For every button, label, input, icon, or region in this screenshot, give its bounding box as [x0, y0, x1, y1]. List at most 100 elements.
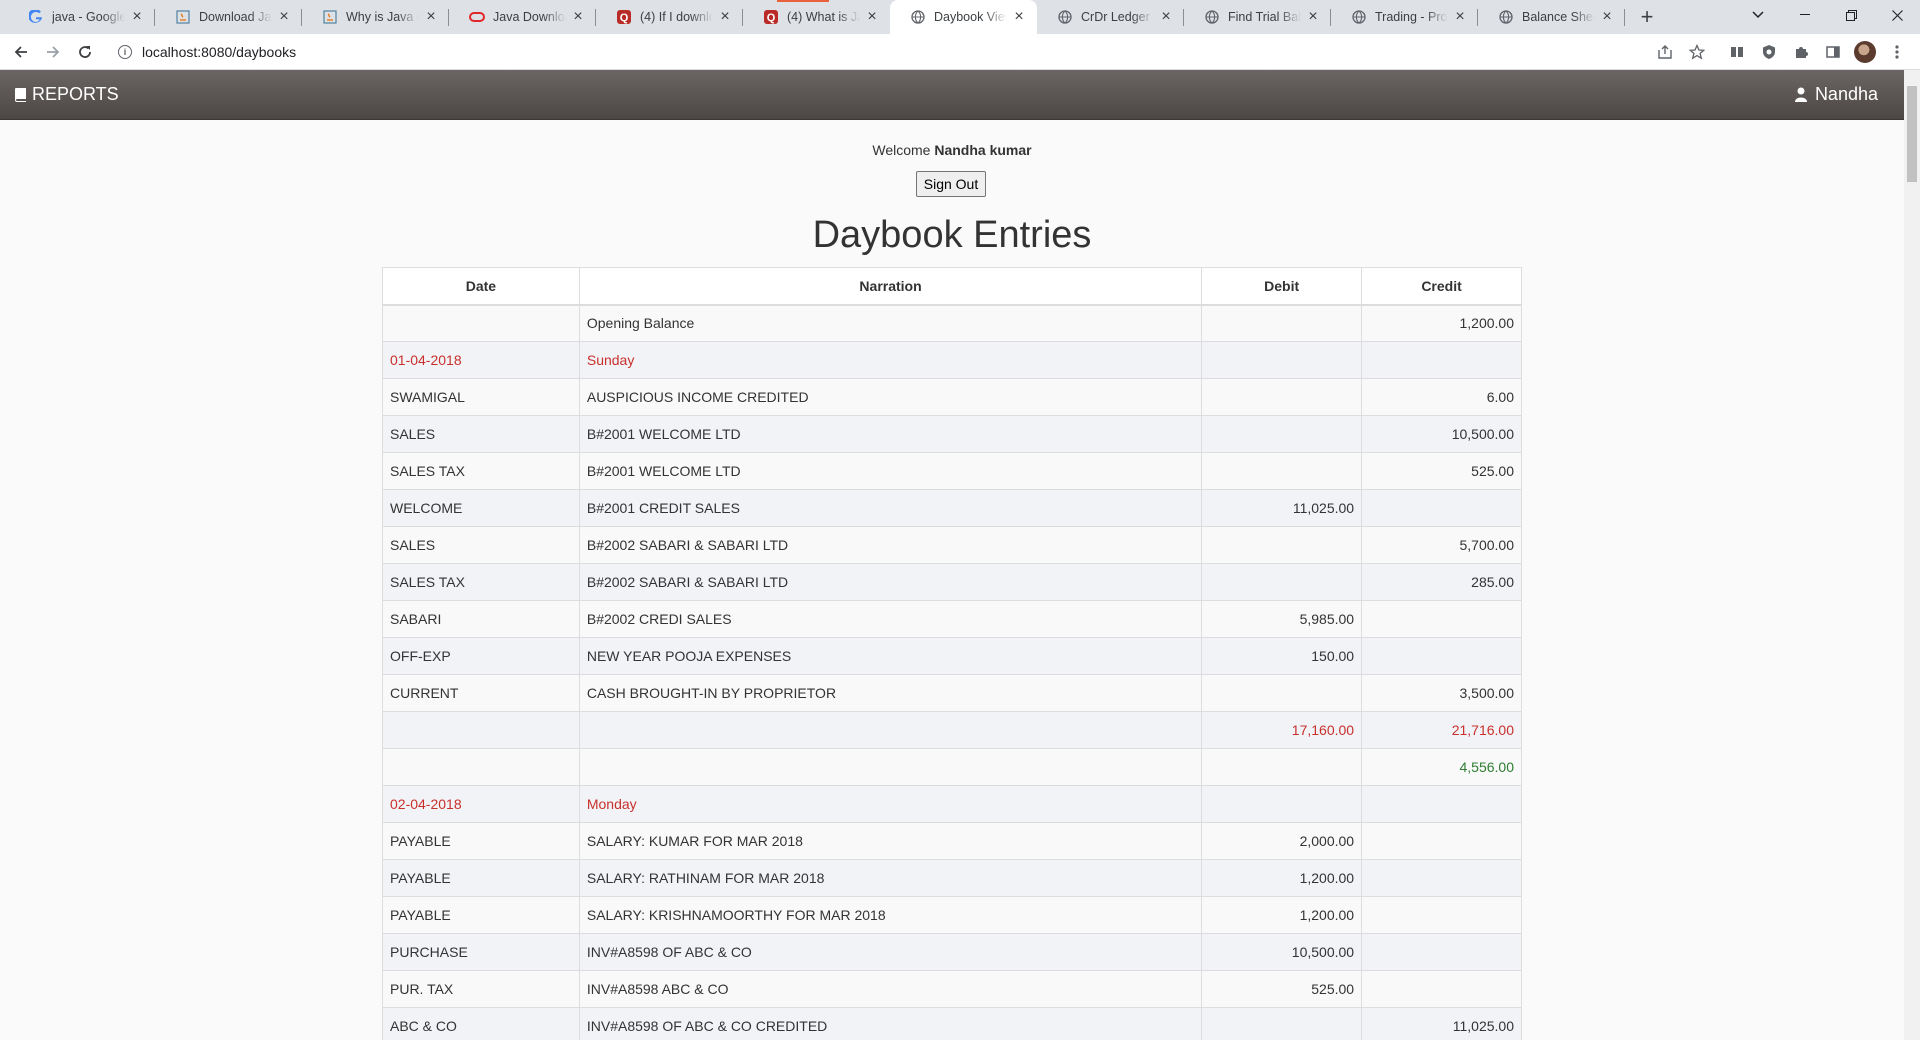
tab-close-icon[interactable]: ×	[1452, 9, 1468, 25]
cell-credit: 6.00	[1361, 378, 1522, 416]
cell-date: WELCOME	[382, 489, 580, 527]
extension-shield-icon[interactable]	[1754, 37, 1784, 67]
cell-date: SALES	[382, 415, 580, 453]
tab-close-icon[interactable]: ×	[1011, 9, 1027, 25]
table-row: OFF-EXP NEW YEAR POOJA EXPENSES 150.00	[382, 637, 1522, 675]
new-tab-button[interactable]: +	[1631, 0, 1663, 34]
cell-credit	[1361, 896, 1522, 934]
tab-title: Download Java for Windows	[199, 10, 272, 24]
tab-title: Balance Sheet	[1522, 10, 1595, 24]
book-icon	[15, 88, 26, 102]
cell-credit: 3,500.00	[1361, 674, 1522, 712]
tab-search-icon[interactable]	[1735, 0, 1781, 30]
browser-menu-icon[interactable]	[1882, 37, 1912, 67]
header-debit[interactable]: Debit	[1201, 267, 1363, 306]
table-row: WELCOME B#2001 CREDIT SALES 11,025.00	[382, 489, 1522, 527]
browser-tab[interactable]: Daybook View ×	[890, 0, 1037, 34]
cell-date: PAYABLE	[382, 859, 580, 897]
cell-credit	[1361, 859, 1522, 897]
browser-tab[interactable]: java - Google Search ×	[8, 0, 155, 34]
tab-close-icon[interactable]: ×	[1599, 9, 1615, 25]
tab-title: Daybook View	[934, 10, 1007, 24]
table-row: PUR. TAX INV#A8598 ABC & CO 525.00	[382, 970, 1522, 1008]
table-row: SABARI B#2002 CREDI SALES 5,985.00	[382, 600, 1522, 638]
cell-narration: B#2002 CREDI SALES	[578, 600, 1203, 638]
extensions-puzzle-icon[interactable]	[1786, 37, 1816, 67]
tab-close-icon[interactable]: ×	[129, 9, 145, 25]
cell-date: PAYABLE	[382, 822, 580, 860]
tab-close-icon[interactable]: ×	[570, 9, 586, 25]
browser-tab[interactable]: Q (4) What is Java ×	[743, 0, 890, 34]
header-credit[interactable]: Credit	[1361, 267, 1522, 306]
tab-close-icon[interactable]: ×	[1158, 9, 1174, 25]
share-icon[interactable]	[1650, 37, 1680, 67]
back-icon[interactable]	[6, 37, 36, 67]
tab-audio-indicator	[777, 0, 829, 2]
cell-debit	[1201, 304, 1363, 342]
user-menu[interactable]: Nandha	[1794, 84, 1878, 105]
cell-credit: 525.00	[1361, 452, 1522, 490]
tab-close-icon[interactable]: ×	[717, 9, 733, 25]
profile-avatar[interactable]	[1850, 37, 1880, 67]
side-panel-icon[interactable]	[1818, 37, 1848, 67]
tab-close-icon[interactable]: ×	[423, 9, 439, 25]
cell-date: CURRENT	[382, 674, 580, 712]
brand-link[interactable]: REPORTS	[14, 84, 119, 105]
cell-debit	[1201, 526, 1363, 564]
table-row: PURCHASE INV#A8598 OF ABC & CO 10,500.00	[382, 933, 1522, 971]
browser-tab[interactable]: Find Trial Balance ×	[1184, 0, 1331, 34]
url-text: localhost:8080/daybooks	[142, 44, 297, 60]
cell-narration: Opening Balance	[578, 304, 1203, 342]
header-date[interactable]: Date	[382, 267, 580, 306]
forward-icon[interactable]	[38, 37, 68, 67]
browser-tab[interactable]: Download Java for Windows ×	[155, 0, 302, 34]
cell-narration: B#2002 SABARI & SABARI LTD	[578, 563, 1203, 601]
table-row: 01-04-2018 Sunday	[382, 341, 1522, 379]
cell-date: SWAMIGAL	[382, 378, 580, 416]
sign-out-button[interactable]: Sign Out	[916, 171, 986, 197]
oracle-icon	[469, 9, 485, 25]
cell-credit: 11,025.00	[1361, 1007, 1522, 1040]
cell-date: SALES TAX	[382, 563, 580, 601]
address-bar[interactable]: i localhost:8080/daybooks	[108, 37, 1708, 67]
browser-tab[interactable]: Why is Java 8 recommended ×	[302, 0, 449, 34]
cell-narration	[578, 748, 1203, 786]
close-window-icon[interactable]	[1874, 0, 1920, 30]
table-header-row: Date Narration Debit Credit	[382, 267, 1522, 306]
browser-tab[interactable]: Q (4) If I download Java ×	[596, 0, 743, 34]
browser-tab[interactable]: Balance Sheet ×	[1478, 0, 1625, 34]
cell-date	[382, 748, 580, 786]
tab-title: Find Trial Balance	[1228, 10, 1301, 24]
welcome-user-name: Nandha kumar	[934, 142, 1032, 158]
table-row: SALES B#2002 SABARI & SABARI LTD 5,700.00	[382, 526, 1522, 564]
restore-icon[interactable]	[1828, 0, 1874, 30]
java-icon	[322, 9, 338, 25]
tab-close-icon[interactable]: ×	[276, 9, 292, 25]
cell-date	[382, 304, 580, 342]
tab-strip: java - Google Search×Download Java for W…	[0, 0, 1920, 34]
minimize-icon[interactable]	[1782, 0, 1828, 30]
browser-toolbar: i localhost:8080/daybooks	[0, 34, 1920, 70]
cell-credit	[1361, 970, 1522, 1008]
table-row: SALES B#2001 WELCOME LTD 10,500.00	[382, 415, 1522, 453]
cell-date: OFF-EXP	[382, 637, 580, 675]
reload-icon[interactable]	[70, 37, 100, 67]
cell-debit: 150.00	[1201, 637, 1363, 675]
page-title: Daybook Entries	[812, 214, 1092, 256]
scrollbar-thumb[interactable]	[1907, 86, 1917, 182]
table-row: SALES TAX B#2001 WELCOME LTD 525.00	[382, 452, 1522, 490]
browser-tab[interactable]: Java Downloads | Oracle ×	[449, 0, 596, 34]
table-row: 02-04-2018 Monday	[382, 785, 1522, 823]
header-narration[interactable]: Narration	[578, 267, 1203, 306]
browser-tab[interactable]: Trading - Profit & Loss ×	[1331, 0, 1478, 34]
tab-close-icon[interactable]: ×	[1305, 9, 1321, 25]
bookmark-star-icon[interactable]	[1682, 37, 1712, 67]
page-scrollbar[interactable]	[1904, 70, 1920, 1040]
site-info-icon[interactable]: i	[118, 45, 132, 59]
cell-credit	[1361, 600, 1522, 638]
browser-tab[interactable]: CrDr Ledger ×	[1037, 0, 1184, 34]
extension-book-icon[interactable]	[1722, 37, 1752, 67]
cell-date	[382, 711, 580, 749]
cell-credit: 285.00	[1361, 563, 1522, 601]
tab-close-icon[interactable]: ×	[864, 9, 880, 25]
